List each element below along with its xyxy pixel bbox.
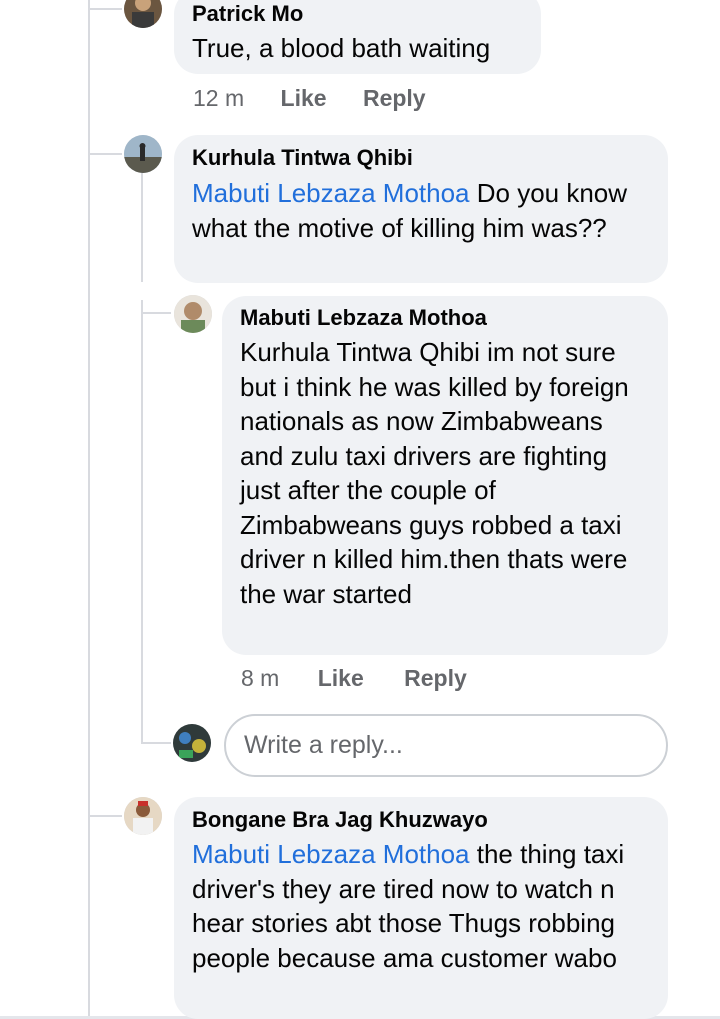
comment-bubble-bongane: Bongane Bra Jag Khuzwayo Mabuti Lebzaza … <box>174 797 668 1019</box>
thread-line-nested <box>141 300 143 742</box>
thread-connector-mabuti <box>141 312 171 314</box>
thread-connector-patrick <box>88 8 122 10</box>
comment-bubble-patrick: Patrick Mo True, a blood bath waiting <box>174 0 541 74</box>
avatar-bongane[interactable] <box>124 797 162 835</box>
comment-body: im not sure but i think he was killed by… <box>240 337 629 609</box>
thread-connector-reply-box <box>141 742 171 744</box>
comment-timestamp[interactable]: 8 m <box>241 665 279 692</box>
comment-text: True, a blood bath waiting <box>192 33 491 63</box>
reply-input[interactable] <box>226 716 666 775</box>
avatar-kurhula[interactable] <box>124 135 162 173</box>
reply-button[interactable]: Reply <box>363 85 426 112</box>
comment-mention[interactable]: Mabuti Lebzaza Mothoa <box>192 178 470 208</box>
comment-author[interactable]: Bongane Bra Jag Khuzwayo <box>192 806 650 834</box>
reply-input-container[interactable] <box>224 714 668 777</box>
comment-text: Kurhula Tintwa Qhibi im not sure but i t… <box>240 335 650 611</box>
avatar-current-user <box>173 724 211 762</box>
comment-author[interactable]: Mabuti Lebzaza Mothoa <box>240 304 650 332</box>
comment-text: Mabuti Lebzaza Mothoa the thing taxi dri… <box>192 837 650 975</box>
avatar-patrick[interactable] <box>124 0 162 28</box>
like-button[interactable]: Like <box>318 665 364 692</box>
comment-actions-mabuti: 8 m Like Reply <box>241 665 467 692</box>
reply-button[interactable]: Reply <box>404 665 467 692</box>
comment-text: Mabuti Lebzaza Mothoa Do you know what t… <box>192 176 650 245</box>
comment-timestamp[interactable]: 12 m <box>193 85 244 112</box>
thread-connector-bongane <box>88 815 122 817</box>
comment-author[interactable]: Patrick Mo <box>192 0 523 28</box>
comment-author[interactable]: Kurhula Tintwa Qhibi <box>192 144 650 172</box>
comment-actions-patrick: 12 m Like Reply <box>193 85 426 112</box>
comment-bubble-mabuti: Mabuti Lebzaza Mothoa Kurhula Tintwa Qhi… <box>222 296 668 655</box>
thread-line-kurhula-replies <box>141 172 143 282</box>
comment-mention[interactable]: Kurhula Tintwa Qhibi <box>240 337 480 367</box>
avatar-mabuti[interactable] <box>174 295 212 333</box>
like-button[interactable]: Like <box>281 85 327 112</box>
comment-mention[interactable]: Mabuti Lebzaza Mothoa <box>192 839 470 869</box>
thread-connector-kurhula <box>88 153 122 155</box>
comment-bubble-kurhula: Kurhula Tintwa Qhibi Mabuti Lebzaza Moth… <box>174 135 668 283</box>
